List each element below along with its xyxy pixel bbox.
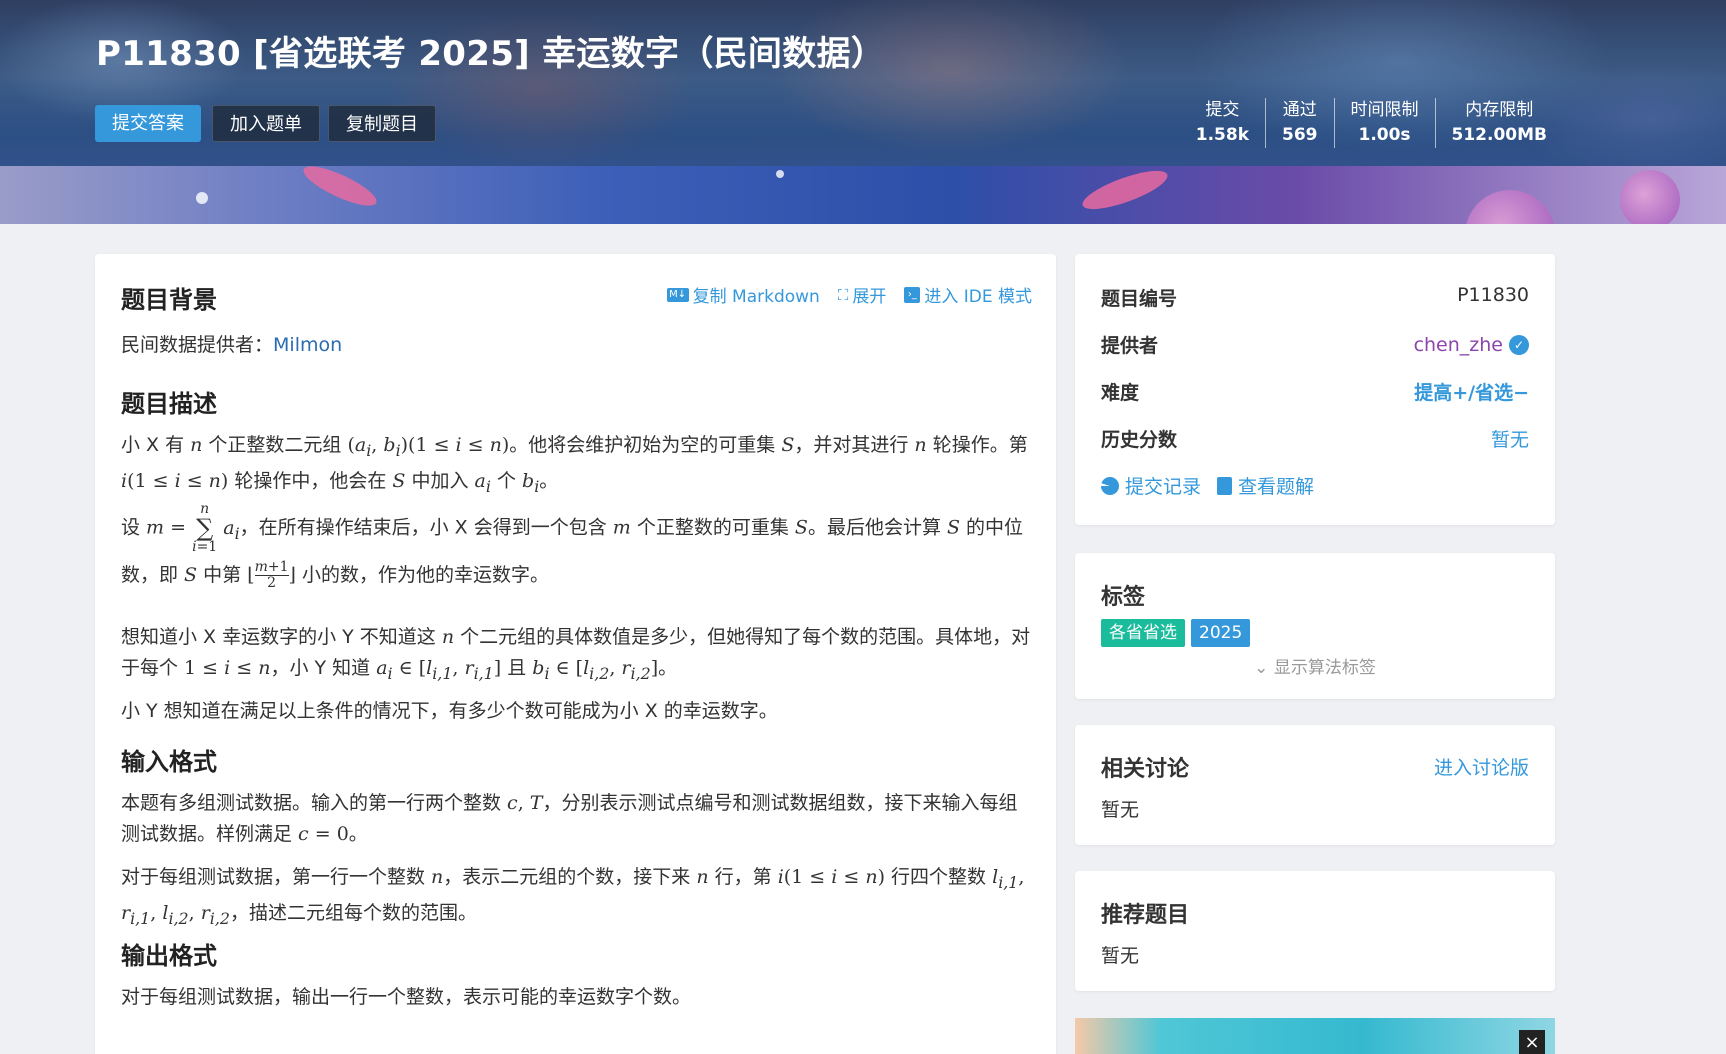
provider-prefix: 民间数据提供者： <box>121 334 274 356</box>
problem-title: P11830 [省选联考 2025] 幸运数字（民间数据） <box>96 34 886 74</box>
info-row-provider: 提供者 chen_zhe ✓ <box>1101 331 1529 358</box>
background-text: 民间数据提供者：Milmon <box>121 330 342 361</box>
info-row-history: 历史分数 暂无 <box>1101 425 1529 452</box>
stat-time-limit: 时间限制 1.00s <box>1333 98 1435 148</box>
book-icon <box>1217 476 1233 495</box>
ide-mode-label: 进入 IDE 模式 <box>924 287 1032 307</box>
content-toolbar: M↓ 复制 Markdown ⛶ 展开 ›_ 进入 IDE 模式 <box>666 282 1032 308</box>
copy-problem-button[interactable]: 复制题目 <box>328 105 436 142</box>
banner-wave <box>0 166 1726 224</box>
stat-label: 时间限制 <box>1350 100 1419 120</box>
view-solutions-label: 查看题解 <box>1238 476 1315 498</box>
verified-icon: ✓ <box>1509 334 1529 355</box>
copy-markdown-label: 复制 Markdown <box>692 287 820 307</box>
description-paragraph-2: 设 m = n ∑ i=1 ai，在所有操作结束后，小 X 会得到一个包含 m 个正… <box>121 501 1024 592</box>
problem-stats: 提交 1.58k 通过 569 时间限制 1.00s 内存限制 512.00MB <box>1180 98 1563 148</box>
submission-records-label: 提交记录 <box>1125 476 1202 498</box>
show-algorithm-tags-label: 显示算法标签 <box>1273 658 1376 678</box>
stat-submissions: 提交 1.58k <box>1180 98 1265 148</box>
stat-memory-limit: 内存限制 512.00MB <box>1434 98 1563 148</box>
history-score-value: 暂无 <box>1490 429 1529 451</box>
discussion-heading: 相关讨论 <box>1101 757 1190 782</box>
description-heading: 题目描述 <box>121 390 217 418</box>
problem-id-label: 题目编号 <box>1101 288 1178 310</box>
recommended-card: 推荐题目 暂无 <box>1075 871 1555 991</box>
header-banner: P11830 [省选联考 2025] 幸运数字（民间数据） 提交答案 加入题单 … <box>0 0 1726 224</box>
tag-list: 各省省选 2025 <box>1101 619 1251 647</box>
info-row-difficulty: 难度 提高+/省选− <box>1101 378 1529 405</box>
terminal-icon: ›_ <box>904 286 921 303</box>
problem-info-card: 题目编号 P11830 提供者 chen_zhe ✓ 难度 提高+/省选− 历史… <box>1075 254 1555 525</box>
recommended-empty: 暂无 <box>1101 945 1140 967</box>
expand-label: 展开 <box>852 287 887 307</box>
background-heading: 题目背景 <box>121 286 217 314</box>
tag-year[interactable]: 2025 <box>1191 619 1251 647</box>
bubble-decoration <box>776 170 784 178</box>
discussion-empty: 暂无 <box>1101 799 1140 821</box>
data-provider-link[interactable]: Milmon <box>273 334 342 356</box>
input-format-paragraph-1: 本题有多组测试数据。输入的第一行两个整数 c, T，分别表示测试点编号和测试数据… <box>121 792 1018 845</box>
submission-records-link[interactable]: 提交记录 <box>1101 472 1201 499</box>
advertisement-banner[interactable]: × <box>1075 1018 1555 1054</box>
provider-label: 提供者 <box>1101 335 1159 357</box>
difficulty-value[interactable]: 提高+/省选− <box>1414 378 1529 405</box>
add-to-list-button[interactable]: 加入题单 <box>212 105 320 142</box>
output-format-paragraph: 对于每组测试数据，输出一行一个整数，表示可能的幸运数字个数。 <box>121 986 692 1008</box>
markdown-icon: M↓ <box>666 287 689 302</box>
provider-link[interactable]: chen_zhe ✓ <box>1414 331 1529 358</box>
stat-value: 569 <box>1282 125 1318 145</box>
expand-button[interactable]: ⛶ 展开 <box>837 282 887 308</box>
stat-value: 512.00MB <box>1451 125 1547 145</box>
recommended-heading: 推荐题目 <box>1101 903 1190 928</box>
info-row-id: 题目编号 P11830 <box>1101 284 1529 311</box>
problem-id-value: P11830 <box>1457 284 1529 306</box>
description-paragraph-1: 小 X 有 n 个正整数二元组 (ai, bi)(1 ≤ i ≤ n)。他将会维… <box>121 434 1028 496</box>
bubble-decoration <box>196 192 208 204</box>
info-links: 提交记录 查看题解 <box>1101 472 1314 499</box>
ide-mode-button[interactable]: ›_ 进入 IDE 模式 <box>904 282 1032 307</box>
enter-discussion-link[interactable]: 进入讨论版 <box>1434 753 1529 780</box>
show-algorithm-tags-toggle[interactable]: ⌄ 显示算法标签 <box>1075 653 1555 678</box>
history-score-label: 历史分数 <box>1101 429 1178 451</box>
stat-label: 内存限制 <box>1465 100 1534 120</box>
pie-chart-icon <box>1101 476 1119 495</box>
tags-heading: 标签 <box>1101 585 1146 610</box>
tag-province[interactable]: 各省省选 <box>1101 619 1185 647</box>
description-paragraph-3: 想知道小 X 幸运数字的小 Y 不知道这 n 个二元组的具体数值是多少，但她得知… <box>121 626 1031 683</box>
difficulty-label: 难度 <box>1101 382 1140 404</box>
orb-decoration <box>1620 170 1680 224</box>
input-format-heading: 输入格式 <box>121 748 217 776</box>
stat-value: 1.58k <box>1195 125 1250 145</box>
stat-value: 1.00s <box>1358 125 1411 145</box>
close-icon[interactable]: × <box>1519 1030 1545 1054</box>
submit-answer-button[interactable]: 提交答案 <box>95 105 201 142</box>
stat-label: 提交 <box>1205 100 1240 120</box>
expand-icon: ⛶ <box>837 285 849 304</box>
problem-content-card: M↓ 复制 Markdown ⛶ 展开 ›_ 进入 IDE 模式 题目背景 民间… <box>95 254 1056 1054</box>
chevron-down-icon: ⌄ <box>1254 658 1269 678</box>
copy-markdown-button[interactable]: M↓ 复制 Markdown <box>666 282 820 307</box>
stat-accepted: 通过 569 <box>1265 98 1334 148</box>
stat-label: 通过 <box>1282 100 1317 120</box>
provider-name: chen_zhe <box>1413 333 1503 356</box>
input-format-paragraph-2: 对于每组测试数据，第一行一个整数 n，表示二元组的个数，接下来 n 行，第 i(… <box>121 866 1025 928</box>
description-paragraph-4: 小 Y 想知道在满足以上条件的情况下，有多少个数可能成为小 X 的幸运数字。 <box>121 700 778 722</box>
view-solutions-link[interactable]: 查看题解 <box>1217 472 1314 499</box>
output-format-heading: 输出格式 <box>121 942 217 970</box>
discussion-card: 相关讨论 进入讨论版 暂无 <box>1075 725 1555 845</box>
tags-card: 标签 各省省选 2025 ⌄ 显示算法标签 <box>1075 553 1555 699</box>
